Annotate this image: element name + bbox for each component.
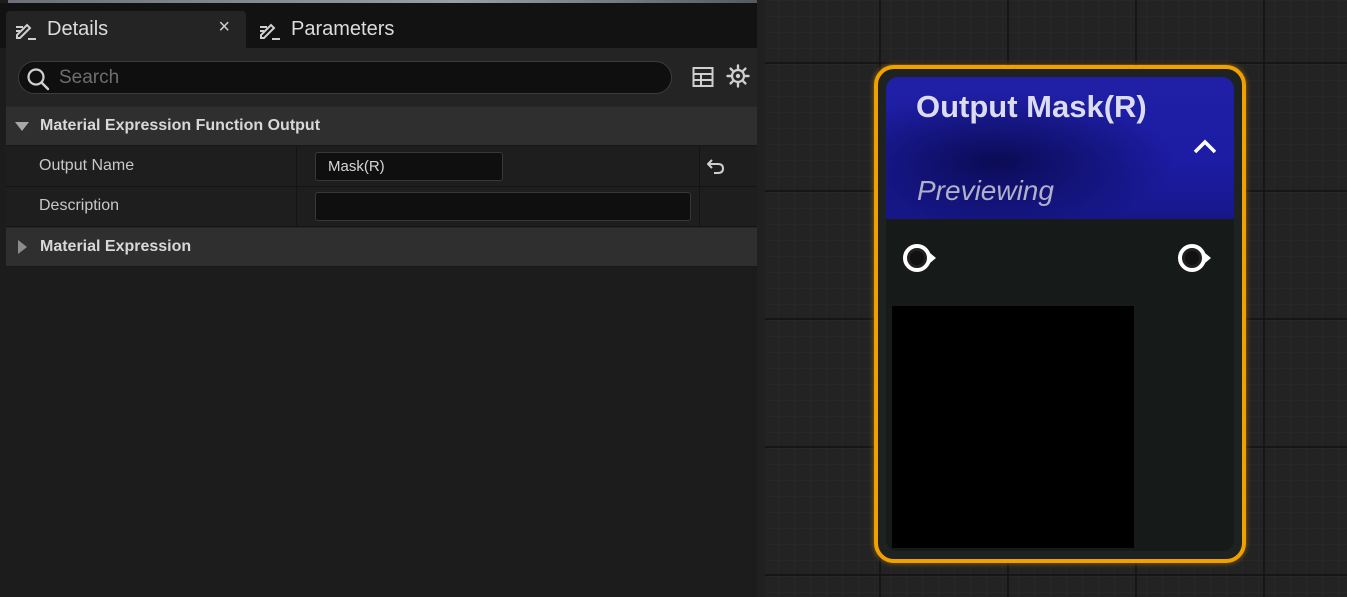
output-pin-icon[interactable]	[1177, 241, 1217, 280]
tab-details[interactable]: Details ×	[6, 11, 246, 48]
property-label: Output Name	[39, 157, 135, 174]
node-header[interactable]: Output Mask(R) Previewing	[886, 77, 1234, 219]
node-frame: Output Mask(R) Previewing	[886, 77, 1234, 551]
tab-details-label: Details	[47, 18, 109, 40]
tab-bar: Details × Parameters	[0, 3, 757, 48]
category-function-output[interactable]: Material Expression Function Output	[6, 106, 757, 146]
details-panel: Details × Parameters Search Material Exp…	[0, 0, 765, 597]
property-label: Description	[39, 197, 120, 214]
settings-icon[interactable]	[726, 64, 750, 93]
node-body	[886, 219, 1234, 551]
table-view-icon[interactable]	[692, 66, 714, 93]
search-icon	[26, 67, 50, 96]
reset-to-default-icon[interactable]	[706, 157, 726, 180]
edit-pencil-icon	[14, 18, 38, 42]
column-divider[interactable]	[296, 187, 297, 227]
expand-arrow-icon[interactable]	[18, 240, 27, 254]
category-material-expression[interactable]: Material Expression	[6, 227, 757, 267]
panel-splitter[interactable]	[757, 0, 765, 597]
property-row-output-name: Output Name	[6, 147, 757, 187]
category-label: Material Expression Function Output	[40, 117, 321, 134]
search-box[interactable]	[18, 61, 672, 94]
node-subtitle: Previewing	[917, 175, 1054, 206]
tab-parameters-label: Parameters	[291, 18, 395, 40]
description-field[interactable]	[315, 192, 691, 221]
category-label: Material Expression	[40, 238, 192, 255]
search-input[interactable]	[59, 65, 659, 91]
node-title: Output Mask(R)	[916, 89, 1147, 124]
column-divider[interactable]	[296, 147, 297, 187]
edit-pencil-icon	[258, 18, 282, 42]
node-preview	[892, 306, 1134, 548]
material-node-output[interactable]: Output Mask(R) Previewing	[874, 65, 1246, 563]
search-row	[6, 48, 757, 106]
column-divider	[699, 187, 700, 227]
input-pin-icon[interactable]	[902, 241, 942, 280]
column-divider	[699, 147, 700, 187]
tab-parameters[interactable]: Parameters	[250, 11, 450, 48]
close-tab-icon[interactable]: ×	[218, 16, 230, 39]
collapse-chevron-icon[interactable]	[1192, 137, 1218, 160]
expand-arrow-icon[interactable]	[15, 121, 29, 131]
property-row-description: Description	[6, 187, 757, 227]
output-name-field[interactable]	[315, 152, 503, 181]
